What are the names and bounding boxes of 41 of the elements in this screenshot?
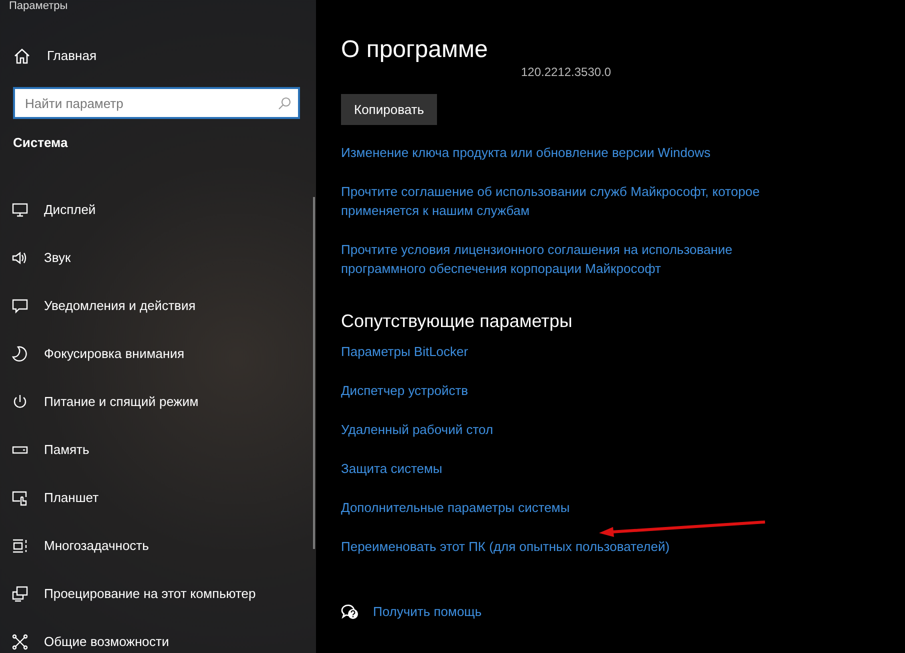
settings-link[interactable]: Прочтите условия лицензионного соглашения на использование программного обеспечения корпорации Майкрософт <box>341 240 811 278</box>
power-icon <box>12 394 28 410</box>
speech-bubble-icon <box>12 298 28 314</box>
nav-item[interactable]: Питание и спящий режим <box>44 392 198 411</box>
tablet-touch-icon <box>12 490 28 506</box>
moon-icon <box>12 346 28 362</box>
nav-item[interactable]: Общие возможности <box>44 632 170 651</box>
section-heading: Сопутствующие параметры <box>341 311 574 333</box>
multitask-icon <box>12 538 28 554</box>
nav-item[interactable]: Дисплей <box>44 200 96 219</box>
section-heading: Система <box>12 134 69 152</box>
nav-item[interactable]: Звук <box>44 248 71 267</box>
settings-link[interactable]: Защита системы <box>341 458 811 478</box>
accessibility-icon <box>12 634 28 650</box>
settings-link[interactable]: Прочтите соглашение об использовании служб Майкрософт, которое применяется к нашим службам <box>341 182 811 220</box>
home-icon <box>14 48 30 64</box>
nav-item[interactable]: Память <box>44 440 90 459</box>
nav-item[interactable]: Планшет <box>44 488 99 507</box>
version-text: 120.2212.3530.0 <box>520 64 612 81</box>
help-link[interactable]: Получить помощь <box>373 602 482 621</box>
monitor-icon <box>12 202 28 218</box>
scrollbar[interactable] <box>313 197 315 549</box>
speaker-icon <box>12 250 28 266</box>
nav-item[interactable]: Многозадачность <box>44 536 149 555</box>
settings-link[interactable]: Изменение ключа продукта или обновление версии Windows <box>341 143 811 162</box>
settings-link[interactable]: Параметры BitLocker <box>341 342 811 361</box>
page-title: О программе <box>341 36 489 65</box>
settings-link[interactable]: Дополнительные параметры системы <box>341 498 811 517</box>
nav-item[interactable]: Фокусировка внимания <box>44 344 184 363</box>
search-icon <box>278 97 291 110</box>
window-title: Параметры <box>8 0 69 13</box>
nav-item[interactable]: Проецирование на этот компьютер <box>44 584 256 603</box>
screens-icon <box>12 586 28 602</box>
help-chat-icon <box>341 602 359 620</box>
nav-item[interactable]: Уведомления и действия <box>44 296 196 315</box>
copy-button[interactable]: Копировать <box>341 94 437 126</box>
home-link[interactable]: Главная <box>47 46 96 65</box>
settings-link[interactable]: Удаленный рабочий стол <box>341 420 811 439</box>
settings-link[interactable]: Диспетчер устройств <box>341 380 811 400</box>
settings-link[interactable]: Переименовать этот ПК (для опытных пользователей) <box>341 536 811 556</box>
search-field[interactable]: Найти параметр <box>13 87 300 119</box>
